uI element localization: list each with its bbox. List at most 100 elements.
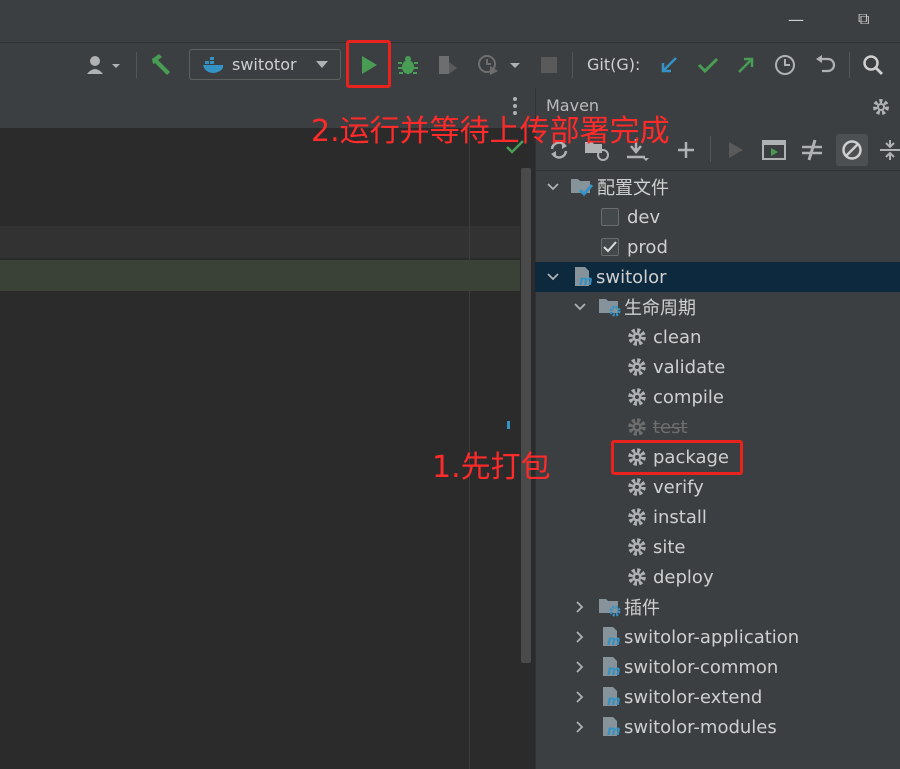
tree-node-module[interactable]: m switolor-extend <box>535 682 900 712</box>
editor-caret-line <box>0 226 520 258</box>
profile-checkbox-prod[interactable] <box>601 238 619 256</box>
account-icon[interactable] <box>84 51 124 79</box>
run-configuration-dropdown[interactable]: switotor <box>189 49 341 80</box>
toolbar-separator <box>572 52 573 78</box>
chevron-down-icon[interactable] <box>546 270 560 284</box>
svg-text:m: m <box>607 664 621 678</box>
profile-label: prod <box>627 236 668 258</box>
gear-icon <box>627 507 647 527</box>
stop-icon[interactable] <box>535 51 563 79</box>
run-goal-icon[interactable] <box>722 136 750 164</box>
git-label: Git(G): <box>587 55 641 74</box>
lifecycle-goal-clean[interactable]: clean <box>535 322 900 352</box>
debug-icon[interactable] <box>394 51 422 79</box>
lifecycle-folder-icon <box>598 297 622 317</box>
tree-label: 生命周期 <box>624 298 696 319</box>
goal-label: deploy <box>653 566 714 588</box>
run-config-label: switotor <box>232 55 297 74</box>
chevron-right-icon[interactable] <box>573 600 587 614</box>
scroll-marker <box>507 421 510 429</box>
lifecycle-goal-install[interactable]: install <box>535 502 900 532</box>
tree-node-project[interactable]: m switolor <box>535 262 900 292</box>
lifecycle-goal-validate[interactable]: validate <box>535 352 900 382</box>
tree-node-module[interactable]: m switolor-modules <box>535 712 900 742</box>
profile-item-dev[interactable]: dev <box>535 202 900 232</box>
profiles-folder-icon <box>570 177 594 197</box>
tree-label: 插件 <box>624 598 660 619</box>
gear-icon <box>627 387 647 407</box>
editor-scrollbar[interactable] <box>521 168 531 663</box>
chevron-right-icon[interactable] <box>573 630 587 644</box>
profile-label: dev <box>627 206 661 228</box>
chevron-right-icon[interactable] <box>573 660 587 674</box>
lifecycle-goal-deploy[interactable]: deploy <box>535 562 900 592</box>
add-icon[interactable] <box>672 136 700 164</box>
lifecycle-goal-site[interactable]: site <box>535 532 900 562</box>
svg-text:m: m <box>607 724 621 738</box>
chevron-down-icon[interactable] <box>546 180 560 194</box>
minimize-button[interactable]: — <box>788 10 804 29</box>
maven-module-icon: m <box>600 686 622 708</box>
rollback-icon[interactable] <box>811 51 839 79</box>
module-label: switolor-common <box>624 656 779 678</box>
goal-label: validate <box>653 356 726 378</box>
git-push-icon[interactable] <box>732 51 760 79</box>
toggle-offline-icon[interactable] <box>798 136 826 164</box>
svg-text:m: m <box>607 694 621 708</box>
chevron-down-icon <box>316 60 328 69</box>
module-label: switolor-modules <box>624 716 777 738</box>
maven-module-icon: m <box>600 626 622 648</box>
gear-icon <box>627 417 647 437</box>
plugins-folder-icon <box>598 597 622 617</box>
git-update-icon[interactable] <box>655 51 683 79</box>
docker-icon <box>202 56 226 74</box>
settings-gear-icon[interactable] <box>871 97 891 121</box>
toolbar-separator <box>710 136 711 162</box>
goal-label: verify <box>653 476 704 498</box>
git-commit-icon[interactable] <box>694 51 722 79</box>
title-bar: — ⧉ <box>0 0 900 42</box>
svg-text:m: m <box>607 634 621 648</box>
annotation-step2: 2.运行并等待上传部署完成 <box>311 114 670 149</box>
profile-checkbox-dev[interactable] <box>601 208 619 226</box>
tree-node-lifecycle[interactable]: 生命周期 <box>535 292 900 322</box>
profile-run-icon[interactable] <box>474 51 524 79</box>
annotation-step1: 1.先打包 <box>432 450 551 485</box>
goal-label: test <box>653 416 688 438</box>
toolbar-separator <box>849 52 850 78</box>
lifecycle-goal-test[interactable]: test <box>535 412 900 442</box>
maven-module-icon: m <box>600 716 622 738</box>
collapse-all-icon[interactable] <box>876 136 900 164</box>
lifecycle-goal-compile[interactable]: compile <box>535 382 900 412</box>
lifecycle-goal-verify[interactable]: verify <box>535 472 900 502</box>
build-hammer-icon[interactable] <box>147 51 175 79</box>
maven-module-icon: m <box>600 656 622 678</box>
gear-icon <box>627 327 647 347</box>
gear-icon <box>627 537 647 557</box>
maven-project-icon: m <box>572 266 594 288</box>
chevron-down-icon[interactable] <box>573 300 587 314</box>
tree-node-profiles[interactable]: 配置文件 <box>535 172 900 202</box>
tree-node-plugins[interactable]: 插件 <box>535 592 900 622</box>
history-icon[interactable] <box>771 51 799 79</box>
skip-tests-icon[interactable] <box>836 134 868 166</box>
execute-goal-icon[interactable] <box>760 136 788 164</box>
toolbar-separator <box>136 52 137 78</box>
tree-node-module[interactable]: m switolor-application <box>535 622 900 652</box>
annotation-box-package <box>611 440 743 475</box>
gear-icon <box>627 477 647 497</box>
annotation-box-run <box>346 40 391 88</box>
goal-label: install <box>653 506 707 528</box>
editor-highlight-line <box>0 260 520 291</box>
goal-label: clean <box>653 326 702 348</box>
module-label: switolor-extend <box>624 686 763 708</box>
tree-node-module[interactable]: m switolor-common <box>535 652 900 682</box>
coverage-icon[interactable] <box>433 51 461 79</box>
chevron-right-icon[interactable] <box>573 720 587 734</box>
tree-label: 配置文件 <box>597 178 669 199</box>
restore-button[interactable]: ⧉ <box>858 9 869 29</box>
chevron-right-icon[interactable] <box>573 690 587 704</box>
profile-item-prod[interactable]: prod <box>535 232 900 262</box>
module-label: switolor-application <box>624 626 800 648</box>
search-icon[interactable] <box>859 51 887 79</box>
